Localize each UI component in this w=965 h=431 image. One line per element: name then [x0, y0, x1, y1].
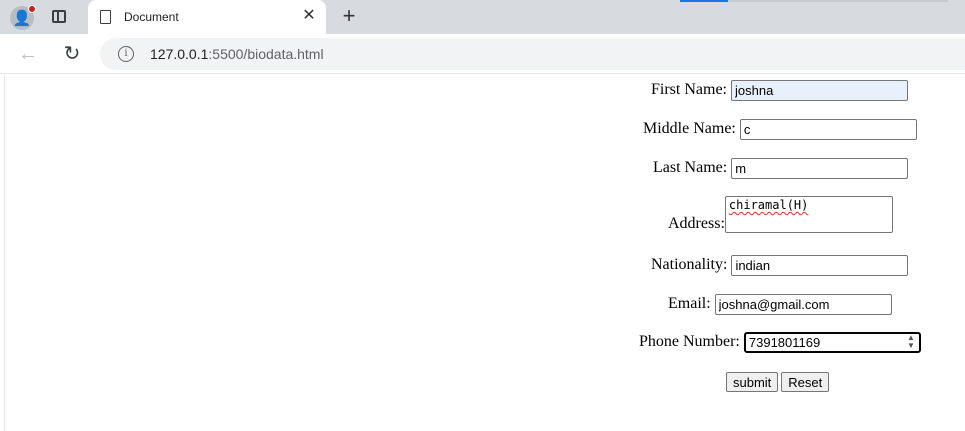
number-spinner-icon[interactable]: ▲ ▼ [907, 334, 915, 350]
form-buttons: submit Reset [726, 372, 832, 392]
phone-row: Phone Number: ▲▼ [639, 332, 921, 353]
close-tab-icon[interactable]: ✕ [300, 7, 318, 25]
tab-actions-icon[interactable] [52, 10, 66, 23]
nationality-label: Nationality: [651, 256, 728, 274]
phone-number-input[interactable] [743, 332, 921, 353]
new-tab-icon[interactable]: + [337, 4, 361, 28]
profile-avatar-icon[interactable]: 👤 [10, 5, 36, 30]
document-icon [100, 10, 111, 24]
email-row: Email: [668, 294, 892, 315]
browser-chrome: 👤 Document ✕ + ← ↻ i 127.0.0.1:5500/biod… [0, 0, 965, 74]
first-name-input[interactable] [731, 80, 908, 101]
phone-label: Phone Number: [639, 333, 740, 351]
address-label: Address: [668, 215, 725, 232]
last-name-input[interactable] [731, 158, 909, 179]
tab-indicator-track [728, 0, 948, 2]
middle-name-input[interactable] [739, 119, 917, 140]
email-label: Email: [668, 295, 711, 313]
last-name-label: Last Name: [653, 159, 728, 177]
url-text: 127.0.0.1:5500/biodata.html [150, 46, 324, 62]
browser-toolbar: ← ↻ i 127.0.0.1:5500/biodata.html [0, 34, 965, 74]
address-row: Address:chiramal(H) [668, 196, 893, 233]
nationality-row: Nationality: [651, 255, 909, 276]
url-path: :5500/biodata.html [208, 46, 324, 62]
submit-button[interactable]: submit [726, 372, 779, 392]
email-input[interactable] [714, 294, 892, 315]
page-content: First Name: Middle Name: Last Name: Addr… [4, 74, 965, 431]
url-host: 127.0.0.1 [150, 46, 209, 62]
reload-icon[interactable]: ↻ [60, 42, 84, 66]
back-arrow-icon[interactable]: ← [16, 42, 40, 66]
middle-name-label: Middle Name: [643, 120, 736, 138]
tab-indicator [680, 0, 728, 2]
tab-strip: 👤 Document ✕ + [0, 0, 965, 36]
middle-name-row: Middle Name: [643, 119, 917, 140]
tab-title: Document [124, 10, 179, 24]
nationality-input[interactable] [731, 255, 909, 276]
address-textarea[interactable]: chiramal(H) [724, 196, 893, 233]
address-bar[interactable]: i 127.0.0.1:5500/biodata.html [100, 38, 965, 70]
last-name-row: Last Name: [653, 158, 909, 179]
notification-dot [28, 5, 36, 13]
first-name-label: First Name: [651, 81, 727, 99]
info-icon[interactable]: i [118, 46, 134, 62]
tab-document[interactable]: Document ✕ [88, 0, 326, 36]
reset-button[interactable]: Reset [781, 372, 830, 392]
first-name-row: First Name: [651, 80, 908, 101]
